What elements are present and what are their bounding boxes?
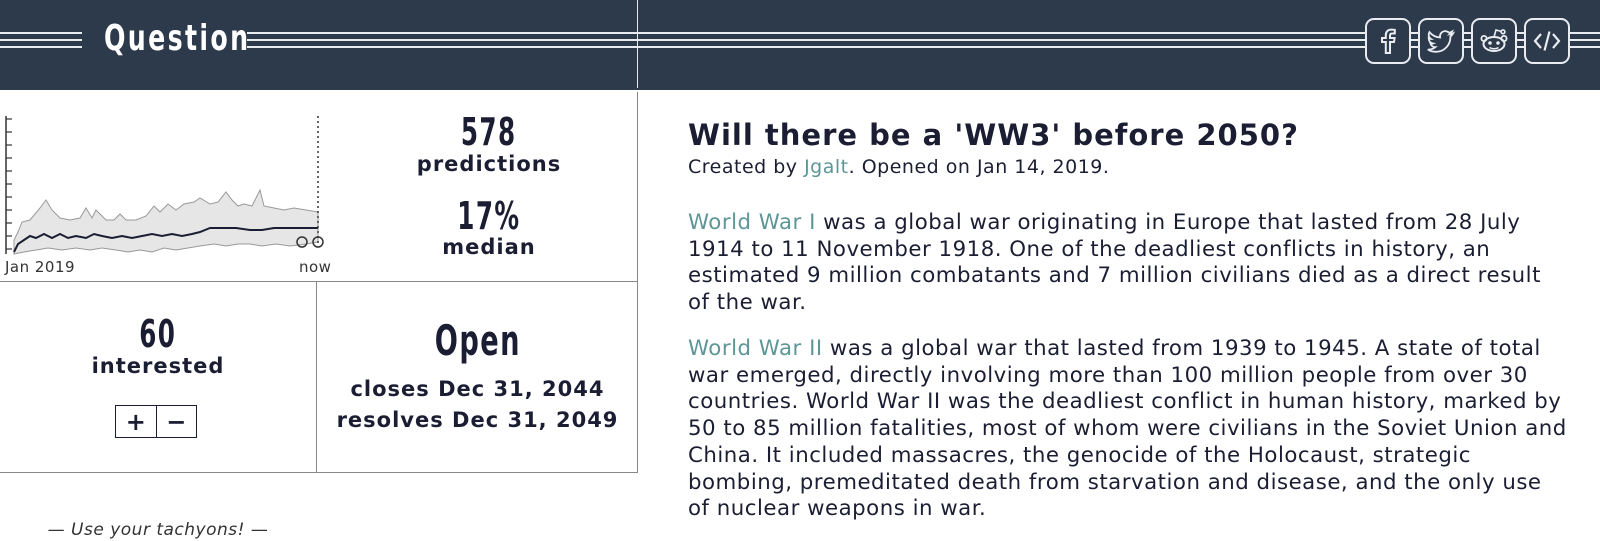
question-title: Will there be a 'WW3' before 2050? — [688, 118, 1299, 152]
chart-x-end-label: now — [299, 258, 332, 276]
reddit-share-button[interactable] — [1471, 18, 1517, 64]
twitter-share-button[interactable] — [1418, 18, 1464, 64]
reddit-icon — [1480, 29, 1508, 52]
median-value: 17% — [457, 194, 521, 238]
paragraph-1-text: was a global war originating in Europe t… — [688, 210, 1541, 316]
author-link[interactable]: Jgalt — [804, 156, 849, 178]
description-paragraph-1: World War I was a global war originating… — [688, 210, 1568, 317]
stats-divider-bottom — [0, 472, 638, 473]
prediction-history-chart: Jan 2019 now — [0, 92, 340, 282]
interest-minus-button[interactable]: − — [155, 406, 197, 437]
ww1-link[interactable]: World War I — [688, 210, 816, 235]
interested-count: 60 — [139, 312, 177, 356]
stats-panel: Jan 2019 now 578 predictions 17% median … — [0, 92, 638, 473]
closes-date: closes Dec 31, 2044 — [350, 377, 605, 401]
resolves-date: resolves Dec 31, 2049 — [336, 408, 619, 432]
facebook-icon — [1381, 28, 1396, 54]
interest-vote-controls: + − — [115, 405, 197, 438]
predictions-label: predictions — [416, 152, 562, 176]
header-bottom-rule — [0, 88, 1600, 91]
median-label: median — [442, 235, 536, 259]
page-title: Question — [104, 18, 251, 59]
description-paragraph-2: World War II was a global war that laste… — [688, 336, 1568, 523]
stats-divider-horizontal — [0, 281, 638, 282]
interested-label: interested — [91, 354, 225, 378]
tachyons-tagline: — Use your tachyons! — — [47, 520, 269, 540]
paragraph-2-text: was a global war that lasted from 1939 t… — [688, 336, 1567, 522]
ww2-link[interactable]: World War II — [688, 336, 823, 361]
question-status: Open — [434, 316, 521, 365]
embed-share-button[interactable] — [1524, 18, 1570, 64]
history-chart-svg — [5, 116, 324, 255]
header-divider — [637, 0, 638, 88]
question-meta: Created by Jgalt. Opened on Jan 14, 2019… — [688, 156, 1109, 178]
created-by-prefix: Created by — [688, 156, 805, 178]
embed-code-icon — [1533, 31, 1561, 51]
interest-plus-button[interactable]: + — [116, 406, 156, 437]
opened-date: . Opened on Jan 14, 2019. — [848, 156, 1110, 178]
page-header: Question — [0, 0, 1600, 88]
twitter-icon — [1427, 29, 1456, 53]
facebook-share-button[interactable] — [1365, 18, 1411, 64]
chart-x-start-label: Jan 2019 — [5, 258, 76, 276]
predictions-count: 578 — [461, 110, 517, 154]
header-rule-left — [0, 31, 82, 49]
